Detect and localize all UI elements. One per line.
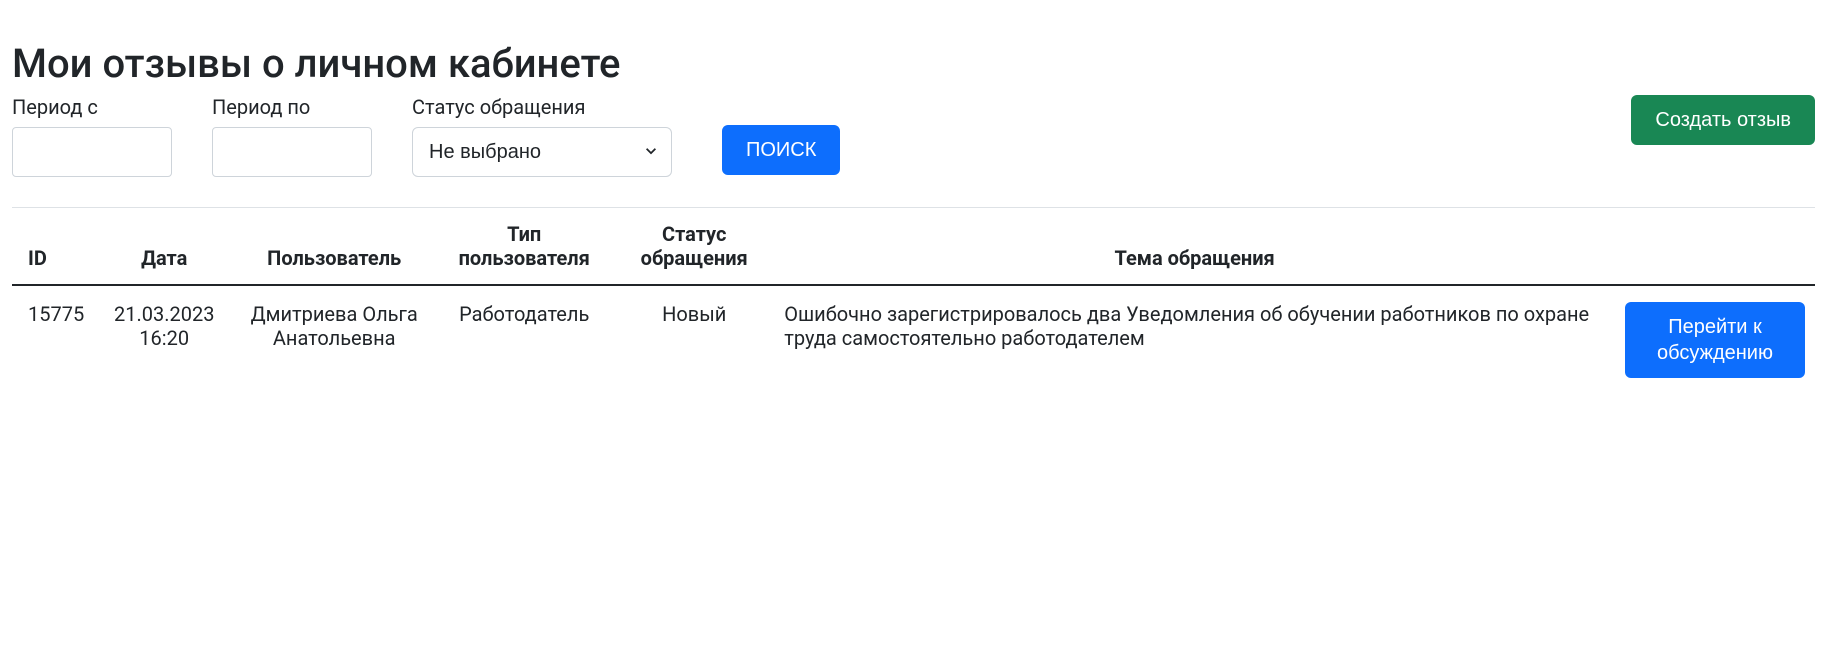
col-user-type: Тип пользователя [434, 208, 614, 285]
search-button[interactable]: ПОИСК [722, 125, 840, 175]
col-user: Пользователь [234, 208, 434, 285]
filter-period-to: Период по [212, 95, 372, 177]
col-date: Дата [94, 208, 234, 285]
col-id: ID [12, 208, 94, 285]
reviews-table: ID Дата Пользователь Тип пользователя Ст… [12, 208, 1815, 394]
filter-status: Статус обращения Не выбрано [412, 95, 672, 177]
table-header-row: ID Дата Пользователь Тип пользователя Ст… [12, 208, 1815, 285]
col-topic: Тема обращения [774, 208, 1615, 285]
cell-user: Дмитриева Ольга Анатольевна [234, 285, 434, 394]
page-title: Мои отзывы о личном кабинете [12, 40, 1815, 87]
filters-bar: Период с Период по Статус обращения Не в… [12, 95, 1815, 177]
cell-id: 15775 [12, 285, 94, 394]
col-action [1615, 208, 1815, 285]
reviews-table-wrap: ID Дата Пользователь Тип пользователя Ст… [12, 207, 1815, 394]
period-to-label: Период по [212, 95, 372, 119]
period-from-input[interactable] [12, 127, 172, 177]
period-to-input[interactable] [212, 127, 372, 177]
cell-user-type: Работодатель [434, 285, 614, 394]
status-select[interactable]: Не выбрано [412, 127, 672, 177]
cell-action: Перейти к обсуждению [1615, 285, 1815, 394]
cell-date: 21.03.2023 16:20 [94, 285, 234, 394]
status-label: Статус обращения [412, 95, 672, 119]
create-review-button[interactable]: Создать отзыв [1631, 95, 1815, 145]
col-status: Статус обращения [614, 208, 774, 285]
period-from-label: Период с [12, 95, 172, 119]
status-select-wrap: Не выбрано [412, 127, 672, 177]
cell-status: Новый [614, 285, 774, 394]
filter-period-from: Период с [12, 95, 172, 177]
go-to-discussion-button[interactable]: Перейти к обсуждению [1625, 302, 1805, 378]
table-row: 15775 21.03.2023 16:20 Дмитриева Ольга А… [12, 285, 1815, 394]
cell-topic: Ошибочно зарегистрировалось два Уведомле… [774, 285, 1615, 394]
